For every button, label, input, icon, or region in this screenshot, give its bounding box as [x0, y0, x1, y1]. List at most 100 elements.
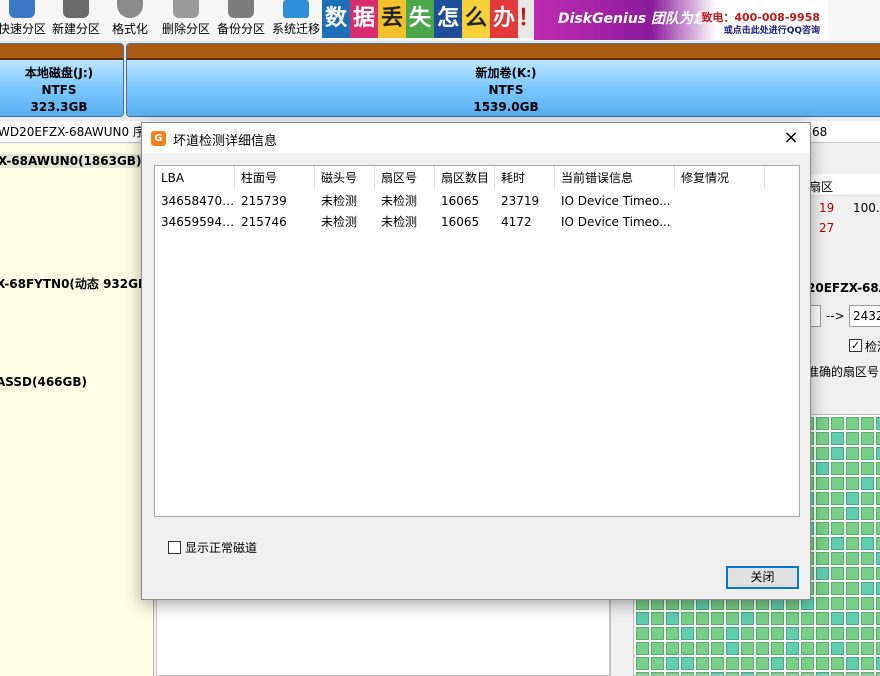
col-error[interactable]: 当前错误信息	[555, 166, 675, 190]
sector-cell	[801, 657, 814, 670]
sector-cell	[741, 642, 754, 655]
sector-cell	[876, 642, 880, 655]
toolbar: 快速分区 新建分区 格式化 删除分区 备份分区 系统迁移 数 据 丢 失 怎 么…	[0, 0, 880, 42]
col-cylinder[interactable]: 柱面号	[235, 166, 315, 190]
col-head[interactable]: 磁头号	[315, 166, 375, 190]
close-button[interactable]: 关闭	[726, 566, 799, 589]
sector-cell	[831, 627, 844, 640]
sector-cell	[831, 432, 844, 445]
partition-size: 1539.0GB	[473, 100, 539, 114]
sector-cell	[861, 477, 874, 490]
sector-cell	[876, 597, 880, 610]
sector-cell	[816, 672, 829, 675]
sector-cell	[831, 462, 844, 475]
backup-partition-button[interactable]: 备份分区	[214, 0, 268, 40]
support-ad[interactable]: DiskGenius 团队为您服务 致电：400-008-9958 或点击此处进…	[534, 0, 828, 40]
new-partition-button[interactable]: 新建分区	[50, 0, 102, 40]
range-to-input[interactable]: 2432	[849, 305, 880, 327]
sector-cell	[876, 432, 880, 445]
system-migrate-icon	[283, 0, 309, 18]
sector-cell	[636, 612, 649, 625]
sector-cell	[846, 657, 859, 670]
format-button[interactable]: 格式化	[106, 0, 154, 40]
sector-cell	[666, 612, 679, 625]
sector-cell	[846, 672, 859, 675]
banner-char: 据	[350, 0, 378, 38]
sector-cell	[861, 552, 874, 565]
cell-sector: 未检测	[381, 194, 418, 208]
col-sector-count[interactable]: 扇区数目	[435, 166, 495, 190]
sector-cell	[816, 597, 829, 610]
sector-cell	[876, 522, 880, 535]
show-normal-tracks-option[interactable]: 显示正常磁道	[168, 538, 257, 556]
col-lba[interactable]: LBA	[155, 166, 235, 190]
sector-cell	[651, 612, 664, 625]
detect-checkbox[interactable]: ✓	[849, 339, 862, 352]
sector-cell	[876, 567, 880, 580]
sector-cell	[786, 672, 799, 675]
sector-cell	[816, 507, 829, 520]
table-row[interactable]: 3465959490 215746 未检测 未检测 16065 4172 IO …	[155, 212, 799, 233]
sector-cell	[876, 507, 880, 520]
sector-cell	[831, 447, 844, 460]
sector-cell	[801, 642, 814, 655]
quick-partition-button[interactable]: 快速分区	[0, 0, 48, 40]
data-loss-banner[interactable]: 数 据 丢 失 怎 么 办 ！	[322, 0, 540, 40]
close-icon[interactable]: ×	[776, 125, 806, 151]
sector-cell	[636, 642, 649, 655]
tree-item-disk1[interactable]: X-68FYTN0(动态 932GB)	[0, 275, 153, 292]
banner-char: ！	[518, 0, 540, 38]
col-sector[interactable]: 扇区号	[375, 166, 435, 190]
sector-cell	[861, 507, 874, 520]
app-logo-icon: G	[151, 131, 166, 146]
percent-value: 100.0	[853, 201, 880, 215]
sector-cell	[816, 657, 829, 670]
partition-k[interactable]: 新加卷(K:) NTFS 1539.0GB	[126, 43, 880, 117]
sector-cell	[726, 657, 739, 670]
sector-cell	[681, 672, 694, 675]
sector-cell	[816, 567, 829, 580]
ad-qq-link[interactable]: 或点击此处进行QQ咨询	[724, 23, 820, 36]
sector-cell	[831, 657, 844, 670]
sector-cell	[846, 582, 859, 595]
disk-tree: X-68AWUN0(1863GB) X-68FYTN0(动态 932GB) AS…	[0, 144, 154, 676]
cell-head: 未检测	[321, 194, 358, 208]
sector-cell	[831, 417, 844, 430]
tree-item-disk0[interactable]: X-68AWUN0(1863GB)	[0, 154, 144, 168]
sector-cell	[741, 612, 754, 625]
sector-cell	[846, 567, 859, 580]
dialog-titlebar: G 坏道检测详细信息 ×	[142, 123, 810, 153]
sector-cell	[801, 672, 814, 675]
sector-cell	[681, 612, 694, 625]
sector-cell	[846, 522, 859, 535]
sector-cell	[831, 597, 844, 610]
sector-cell	[831, 477, 844, 490]
banner-char: 么	[462, 0, 490, 38]
partition-j[interactable]: 本地磁盘(J:) NTFS 323.3GB	[0, 43, 124, 117]
sector-cell	[696, 672, 709, 675]
show-normal-tracks-checkbox[interactable]	[168, 540, 181, 554]
col-elapsed[interactable]: 耗时	[495, 166, 555, 190]
banner-char: 失	[406, 0, 434, 38]
tree-item-disk2[interactable]: ASSD(466GB)	[0, 375, 87, 389]
cell-repair	[675, 212, 765, 233]
partition-cap	[0, 44, 123, 60]
system-migrate-button[interactable]: 系统迁移	[270, 0, 322, 40]
sector-cell	[861, 597, 874, 610]
sector-cell	[696, 642, 709, 655]
sector-cell	[651, 657, 664, 670]
sector-cell	[846, 477, 859, 490]
sector-cell	[636, 627, 649, 640]
table-row[interactable]: 3465847035 215739 未检测 未检测 16065 23719 IO…	[155, 191, 799, 212]
sector-cell	[726, 672, 739, 675]
col-repair[interactable]: 修复情况	[675, 166, 765, 190]
sector-cell	[816, 537, 829, 550]
sector-cell	[816, 492, 829, 505]
delete-partition-button[interactable]: 删除分区	[160, 0, 212, 40]
partition-cap	[127, 44, 880, 60]
sector-cell	[711, 612, 724, 625]
sector-cell	[876, 612, 880, 625]
sector-cell	[816, 522, 829, 535]
sector-cell	[666, 627, 679, 640]
sector-cell	[861, 447, 874, 460]
